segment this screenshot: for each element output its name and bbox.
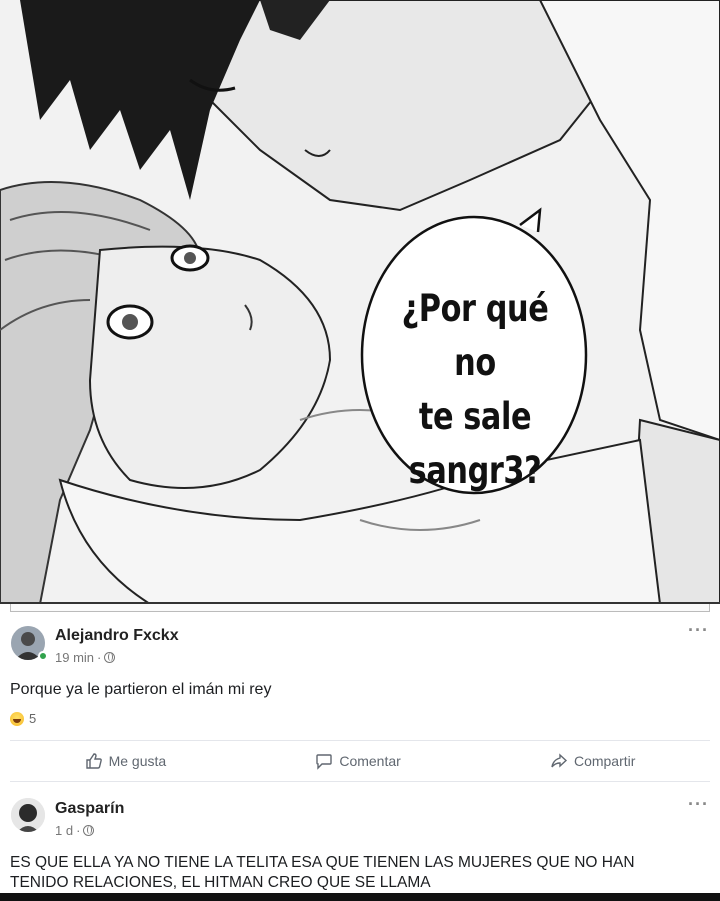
- comment-label: Comentar: [339, 753, 401, 769]
- post-action-bar: Me gusta Comentar Compartir: [10, 740, 710, 782]
- comment-text-line-2: TENIDO RELACIONES, EL HITMAN CREO QUE SE…: [10, 874, 431, 891]
- share-label: Compartir: [573, 753, 636, 769]
- manga-image: ¿Por qué no te sale sangr3?: [0, 0, 720, 604]
- comment-button[interactable]: Comentar: [315, 752, 401, 770]
- manga-artwork: [0, 0, 720, 602]
- speech-bubble-icon: [316, 754, 333, 770]
- comment-text: ES QUE ELLA YA NO TIENE LA TELITA ESA QU…: [10, 853, 635, 893]
- reaction-count: 5: [29, 711, 37, 726]
- haha-reaction-icon: [10, 711, 24, 726]
- share-button[interactable]: Compartir: [550, 752, 635, 770]
- globe-icon: [104, 652, 116, 663]
- reaction-summary[interactable]: 5: [10, 711, 36, 726]
- meta-separator: ·: [76, 823, 81, 838]
- bubble-line-2: te sale: [418, 395, 532, 438]
- speech-bubble-text: ¿Por qué no te sale sangr3?: [389, 282, 561, 498]
- avatar-image: [11, 798, 45, 832]
- comment-author[interactable]: Gasparín: [55, 800, 124, 818]
- comment-meta: 1 d ·: [55, 823, 95, 838]
- share-arrow-icon: [551, 753, 567, 768]
- comment-time[interactable]: 1 d: [55, 823, 73, 838]
- panel-divider: [10, 604, 710, 612]
- comment-text-line-1: ES QUE ELLA YA NO TIENE LA TELITA ESA QU…: [10, 854, 635, 871]
- thumbs-up-icon: [85, 753, 102, 769]
- more-options-icon[interactable]: ···: [688, 794, 709, 815]
- comment-meta: 19 min ·: [55, 650, 116, 665]
- bubble-line-1: ¿Por qué no: [401, 287, 549, 384]
- comment-text: Porque ya le partieron el imán mi rey: [10, 681, 272, 698]
- meta-separator: ·: [97, 650, 102, 665]
- online-status-dot: [38, 651, 48, 661]
- like-label: Me gusta: [108, 753, 167, 769]
- comment-author[interactable]: Alejandro Fxckx: [55, 627, 179, 645]
- avatar[interactable]: [11, 798, 45, 832]
- like-button[interactable]: Me gusta: [85, 752, 167, 770]
- comment-time[interactable]: 19 min: [55, 650, 94, 665]
- bottom-edge: [0, 893, 720, 901]
- bubble-line-3: sangr3?: [408, 449, 542, 492]
- globe-icon: [83, 825, 95, 836]
- more-options-icon[interactable]: ···: [688, 620, 709, 641]
